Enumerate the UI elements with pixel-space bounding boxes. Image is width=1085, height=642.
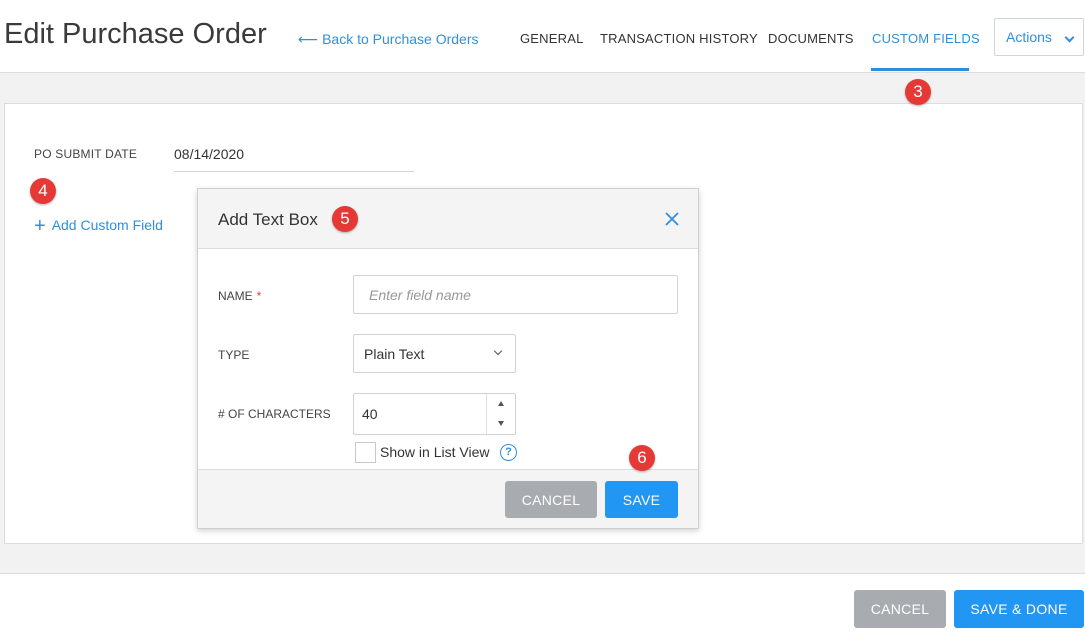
increment-button[interactable] [487,394,516,414]
po-submit-date-underline [174,171,414,172]
add-custom-field-link[interactable]: + Add Custom Field [34,215,163,238]
dialog-cancel-button[interactable]: CANCEL [505,481,597,518]
back-to-purchase-orders-link[interactable]: ⟵ Back to Purchase Orders [298,31,478,48]
page-title: Edit Purchase Order [4,18,267,50]
tab-custom-fields[interactable]: CUSTOM FIELDS [872,31,980,46]
actions-label: Actions [1006,29,1052,45]
characters-stepper [353,393,516,435]
step-badge-6: 6 [629,445,655,471]
po-submit-date-value[interactable]: 08/14/2020 [174,146,244,162]
actions-dropdown-button[interactable]: Actions [994,18,1084,56]
page-footer: CANCEL SAVE & DONE [0,573,1085,642]
tab-general[interactable]: GENERAL [520,31,584,46]
chevron-down-icon [1064,32,1075,43]
tab-documents[interactable]: DOCUMENTS [768,31,854,46]
stepper-buttons [486,394,515,434]
chevron-down-icon [493,346,503,356]
arrow-left-icon: ⟵ [298,31,319,47]
save-and-done-button[interactable]: SAVE & DONE [954,590,1084,628]
tab-transaction-history[interactable]: TRANSACTION HISTORY [600,31,758,46]
dialog-footer: CANCEL SAVE [198,469,698,528]
step-badge-3: 3 [905,79,931,105]
close-icon[interactable] [664,211,680,227]
step-badge-5: 5 [332,206,358,232]
type-select[interactable]: Plain Text [353,334,516,373]
page-header: Edit Purchase Order ⟵ Back to Purchase Or… [0,0,1085,73]
type-selected-value: Plain Text [364,346,425,362]
active-tab-indicator [871,68,969,71]
add-text-box-dialog: Add Text Box NAME* TYPE Plain Text # OF … [197,188,699,529]
po-submit-date-label: PO SUBMIT DATE [34,147,138,161]
characters-input[interactable] [354,394,486,434]
field-name-input[interactable] [353,275,678,314]
type-field-label: TYPE [218,348,250,362]
dialog-save-button[interactable]: SAVE [605,481,678,518]
name-label-text: NAME [218,289,253,303]
decrement-button[interactable] [487,414,516,434]
plus-icon: + [34,215,46,237]
add-custom-field-label: Add Custom Field [51,217,163,233]
caret-up-icon [498,401,504,406]
characters-field-label: # OF CHARACTERS [218,407,331,421]
name-field-label: NAME * [218,289,261,303]
help-icon[interactable]: ? [500,444,517,461]
dialog-title: Add Text Box [218,210,318,229]
back-link-label: Back to Purchase Orders [322,31,479,47]
show-in-list-view-checkbox[interactable] [355,442,376,463]
caret-down-icon [498,421,504,426]
required-marker: * [256,289,262,303]
show-in-list-view-label: Show in List View [380,444,490,460]
step-badge-4: 4 [30,178,56,204]
cancel-button[interactable]: CANCEL [854,590,946,628]
dialog-header: Add Text Box [198,189,698,249]
